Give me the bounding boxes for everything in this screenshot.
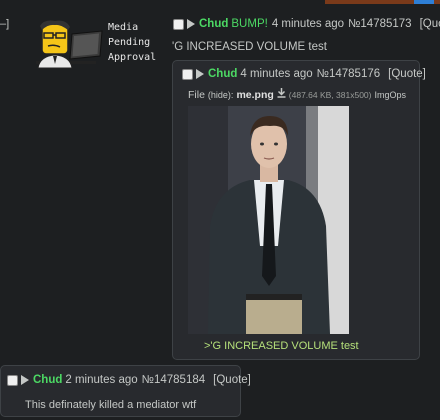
poster-name: Chud <box>199 18 229 30</box>
quote-link[interactable]: [Quote] <box>388 68 426 80</box>
greentext-quote: >'G INCREASED VOLUME test <box>204 340 359 352</box>
op-post-body: 'G INCREASED VOLUME test <box>172 41 327 53</box>
banner-accent <box>414 0 434 4</box>
media-line: Pending <box>108 37 151 48</box>
pending-approval-icon <box>36 20 103 69</box>
post-menu-arrow-icon[interactable] <box>196 69 204 79</box>
reply-post-body: This definately killed a mediator wtf <box>25 399 197 411</box>
post-time: 2 minutes ago <box>65 374 138 386</box>
top-banner-strip <box>325 0 440 4</box>
file-details: (487.64 KB, 381x500) <box>288 89 372 100</box>
quote-link[interactable]: [Quote] <box>213 374 251 386</box>
imgops-link[interactable]: ImgOps <box>374 90 406 100</box>
media-line: Approval <box>108 52 157 63</box>
post-image-thumbnail[interactable] <box>188 106 349 334</box>
file-name-link[interactable]: me.png <box>236 89 273 101</box>
poster-name: Chud <box>208 68 238 80</box>
post-menu-arrow-icon[interactable] <box>21 375 29 385</box>
quote-link[interactable]: [Quote] <box>420 18 440 30</box>
poster-name: Chud <box>33 374 63 386</box>
post-time: 4 minutes ago <box>240 68 313 80</box>
reply-post-header: Chud 4 minutes ago №14785176 [Quote] <box>182 68 426 80</box>
collapse-bracket[interactable]: –] <box>0 18 9 30</box>
post-menu-arrow-icon[interactable] <box>187 19 195 29</box>
post-number[interactable]: №14785173 <box>348 18 412 30</box>
post-checkbox[interactable] <box>173 18 184 30</box>
post-checkbox[interactable] <box>7 374 18 386</box>
file-info-line: File (hide): me.png (487.64 KB, 381x500)… <box>188 88 406 101</box>
post-number[interactable]: №14785176 <box>317 68 381 80</box>
post-time: 4 minutes ago <box>271 18 345 30</box>
post-subject: BUMP! <box>231 18 268 30</box>
post-checkbox[interactable] <box>182 68 193 80</box>
media-pending-text: Media Pending Approval <box>108 20 168 65</box>
file-label: File <box>188 88 205 101</box>
download-icon[interactable] <box>277 88 286 101</box>
post-number[interactable]: №14785184 <box>142 374 206 386</box>
media-line: Media <box>108 22 139 33</box>
op-post-header: Chud BUMP! 4 minutes ago №14785173 [Quot… <box>173 18 440 30</box>
reply-post-header: Chud 2 minutes ago №14785184 [Quote] <box>7 374 251 386</box>
hide-file-link[interactable]: (hide): <box>208 90 234 100</box>
media-pending-approval[interactable]: Media Pending Approval <box>30 18 160 70</box>
